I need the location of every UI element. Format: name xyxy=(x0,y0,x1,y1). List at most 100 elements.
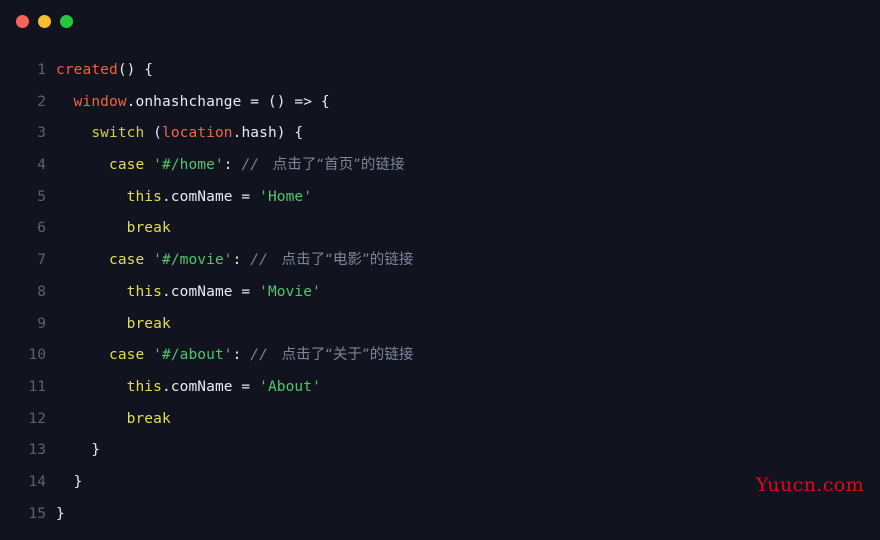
code-token-punc: : xyxy=(223,157,242,174)
code-editor[interactable]: 1 created() {2 window.onhashchange = () =… xyxy=(0,46,880,540)
code-line: 15} xyxy=(0,499,880,531)
code-line: 2 window.onhashchange = () => { xyxy=(0,87,880,119)
line-number: 5 xyxy=(37,188,46,205)
code-token-punc xyxy=(56,94,74,110)
code-token-comment: // xyxy=(241,157,268,174)
code-line: 8 this.comName = 'Movie' xyxy=(0,277,880,309)
code-token-obj: window xyxy=(73,93,127,110)
line-number: 12 xyxy=(28,410,46,427)
code-token-punc xyxy=(144,347,153,363)
code-token-str: '#/movie' xyxy=(153,252,233,269)
code-token-kw: case xyxy=(108,157,145,174)
line-number: 9 xyxy=(37,315,46,332)
code-token-punc xyxy=(56,316,127,332)
code-token-punc: .comName = xyxy=(161,283,260,300)
code-line: 3 switch (location.hash) { xyxy=(0,118,880,150)
maximize-window-icon[interactable] xyxy=(60,15,73,28)
code-token-kw: this xyxy=(126,378,162,395)
code-token-punc: } xyxy=(56,473,83,490)
code-token-punc: .hash) { xyxy=(232,125,304,142)
line-number: 3 xyxy=(37,125,46,142)
code-token-fn: created xyxy=(56,62,118,78)
line-number: 7 xyxy=(37,252,46,269)
code-line-text: window.onhashchange = () => { xyxy=(46,87,880,119)
line-number: 11 xyxy=(28,378,46,395)
code-token-punc xyxy=(56,379,127,395)
code-token-punc: } xyxy=(56,442,101,459)
titlebar xyxy=(0,0,880,46)
code-line-text: case '#/home': // 点击了“首页”的链接 xyxy=(46,150,880,182)
line-number: 13 xyxy=(28,442,46,459)
code-token-comment-cn: 点击了“关于”的链接 xyxy=(276,347,414,364)
code-token-punc: .comName = xyxy=(161,188,260,205)
code-line-text: this.comName = 'Movie' xyxy=(46,277,880,309)
code-screenshot-window: 1 created() {2 window.onhashchange = () =… xyxy=(0,0,880,540)
code-token-kw: case xyxy=(108,252,145,269)
line-number: 15 xyxy=(28,505,46,522)
code-token-punc: : xyxy=(232,252,251,269)
code-line-text: created() { xyxy=(46,55,880,87)
code-token-kw2: switch xyxy=(91,125,145,142)
code-token-comment: // xyxy=(250,252,277,269)
code-line-text: case '#/about': // 点击了“关于”的链接 xyxy=(46,340,880,372)
code-token-obj: location xyxy=(161,125,233,142)
code-line-text: } xyxy=(46,499,880,531)
code-line: 1 created() { xyxy=(0,55,880,87)
code-line: 9 break xyxy=(0,309,880,341)
code-token-punc: ( xyxy=(144,125,162,142)
code-line-text: this.comName = 'Home' xyxy=(46,182,880,214)
code-token-punc xyxy=(56,125,91,141)
code-token-str: 'Movie' xyxy=(259,283,321,300)
code-line-text: break xyxy=(46,404,880,436)
code-line-text: } xyxy=(46,435,880,467)
code-token-kw: break xyxy=(126,315,171,332)
code-token-punc: } xyxy=(56,505,65,522)
code-line: 13 } xyxy=(0,435,880,467)
code-line: 6 break xyxy=(0,213,880,245)
code-token-punc: : xyxy=(232,347,251,364)
code-token-punc xyxy=(56,284,127,300)
code-token-comment-cn: 点击了“首页”的链接 xyxy=(267,157,405,174)
code-token-comment-cn: 点击了“电影”的链接 xyxy=(276,252,414,269)
close-window-icon[interactable] xyxy=(16,15,29,28)
watermark: Yuucn.com xyxy=(756,474,864,496)
code-line-text: case '#/movie': // 点击了“电影”的链接 xyxy=(46,245,880,277)
code-token-punc xyxy=(56,157,109,173)
code-line-text: break xyxy=(46,213,880,245)
code-line: 7 case '#/movie': // 点击了“电影”的链接 xyxy=(0,245,880,277)
code-line: 4 case '#/home': // 点击了“首页”的链接 xyxy=(0,150,880,182)
code-line: 5 this.comName = 'Home' xyxy=(0,182,880,214)
code-token-str: 'Home' xyxy=(259,188,313,205)
code-token-punc xyxy=(144,157,153,173)
code-token-kw: case xyxy=(108,347,145,364)
code-token-punc xyxy=(56,189,127,205)
code-token-punc xyxy=(56,220,127,236)
code-token-punc xyxy=(56,411,127,427)
code-token-punc xyxy=(56,347,109,363)
code-line-text: } xyxy=(46,467,880,499)
minimize-window-icon[interactable] xyxy=(38,15,51,28)
code-token-str: '#/home' xyxy=(153,157,224,174)
code-token-kw: this xyxy=(126,283,162,300)
code-line: 11 this.comName = 'About' xyxy=(0,372,880,404)
code-token-punc xyxy=(56,252,109,268)
code-token-kw: this xyxy=(126,188,162,205)
line-number: 10 xyxy=(28,347,46,364)
code-token-str: '#/about' xyxy=(153,347,233,364)
code-line: 14 } xyxy=(0,467,880,499)
line-number: 1 xyxy=(37,62,46,78)
line-number: 6 xyxy=(37,220,46,237)
code-token-punc: .onhashchange = () => { xyxy=(126,93,330,110)
code-token-punc xyxy=(144,252,153,268)
code-line: 10 case '#/about': // 点击了“关于”的链接 xyxy=(0,340,880,372)
line-number: 8 xyxy=(37,283,46,300)
code-token-kw: break xyxy=(126,410,171,427)
code-line-text: break xyxy=(46,309,880,341)
code-token-comment: // xyxy=(250,347,277,364)
code-token-punc: () { xyxy=(117,62,154,78)
code-token-str: 'About' xyxy=(259,378,321,395)
code-line-text: this.comName = 'About' xyxy=(46,372,880,404)
code-token-kw: break xyxy=(126,220,171,237)
line-number: 4 xyxy=(37,157,46,174)
code-line-text: switch (location.hash) { xyxy=(46,118,880,150)
